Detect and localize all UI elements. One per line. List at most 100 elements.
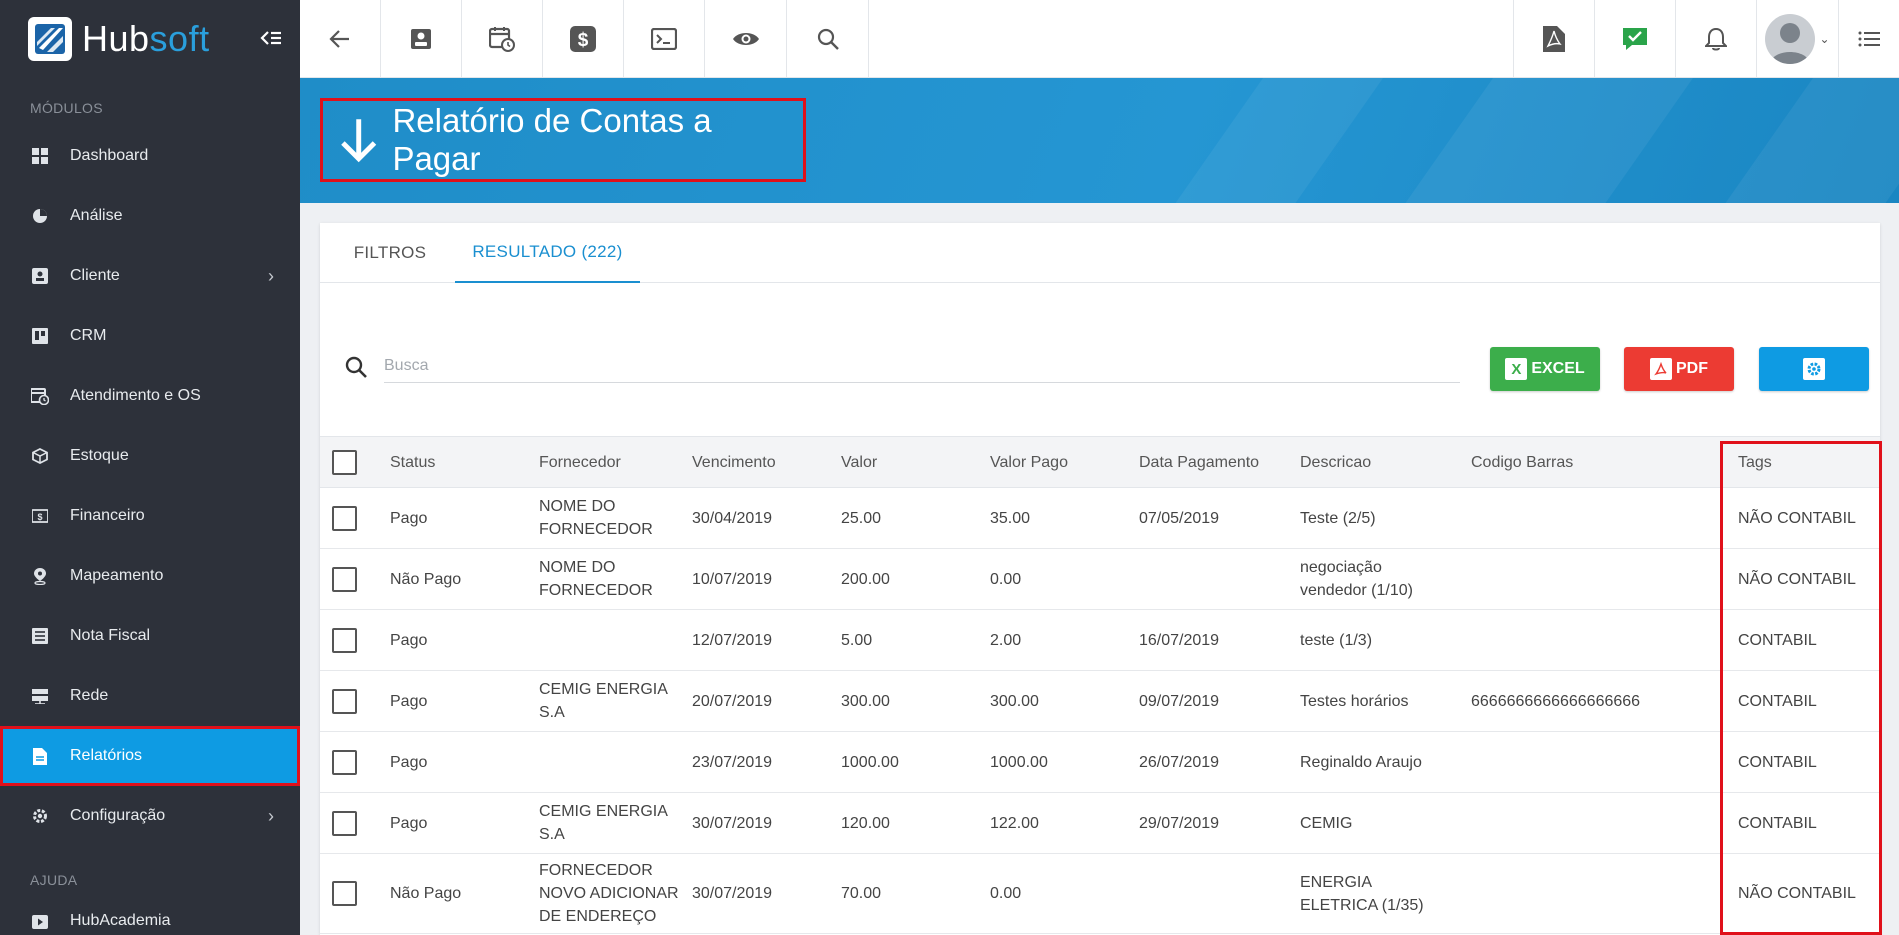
sidebar-item-dashboard[interactable]: Dashboard — [0, 126, 300, 186]
sidebar-item-rede[interactable]: Rede — [0, 666, 300, 726]
table-row[interactable]: Pago 12/07/2019 5.00 2.00 16/07/2019 tes… — [320, 610, 1880, 671]
cell-fornecedor: CEMIG ENERGIA S.A — [539, 803, 668, 843]
notifications-button[interactable] — [1675, 0, 1756, 78]
cell-valor-pago: 300.00 — [990, 692, 1039, 710]
column-header-valor-pago[interactable]: Valor Pago — [990, 437, 1068, 489]
sidebar-item-nota-fiscal[interactable]: Nota Fiscal — [0, 606, 300, 666]
play-video-icon — [30, 912, 50, 932]
export-pdf-button[interactable]: PDF — [1624, 347, 1734, 391]
sidebar-item-crm[interactable]: CRM — [0, 306, 300, 366]
table-row[interactable]: Pago CEMIG ENERGIA S.A 20/07/2019 300.00… — [320, 671, 1880, 732]
sidebar-item-hubacademia[interactable]: HubAcademia — [0, 898, 300, 935]
sidebar-item-relatorios[interactable]: Relatórios — [0, 726, 300, 786]
finance-button[interactable]: $ — [543, 0, 624, 78]
row-checkbox[interactable] — [332, 567, 357, 592]
cell-descricao: ENERGIA ELETRICA (1/35) — [1300, 873, 1424, 914]
search-row: X EXCEL PDF — [320, 337, 1880, 397]
cell-descricao: Teste (2/5) — [1300, 509, 1376, 527]
table-settings-button[interactable] — [1759, 347, 1869, 391]
cell-status: Pago — [390, 692, 428, 710]
svg-text:$: $ — [578, 30, 589, 51]
tab-filtros[interactable]: FILTROS — [330, 223, 450, 283]
cell-fornecedor — [539, 610, 679, 670]
brand-soft: soft — [149, 18, 210, 59]
excel-button-label: EXCEL — [1531, 360, 1585, 377]
cell-valor: 120.00 — [841, 814, 890, 832]
cell-descricao: CEMIG — [1300, 814, 1353, 832]
tab-resultado[interactable]: RESULTADO (222) — [455, 223, 640, 283]
brand-hub: Hub — [82, 18, 150, 59]
table-row[interactable]: Pago CEMIG ENERGIA S.A 30/07/2019 120.00… — [320, 793, 1880, 854]
cell-tags: CONTABIL — [1738, 692, 1817, 710]
search-button[interactable] — [787, 0, 869, 78]
table-row[interactable]: Pago 23/07/2019 1000.00 1000.00 26/07/20… — [320, 732, 1880, 793]
column-header-vencimento[interactable]: Vencimento — [692, 437, 776, 489]
contact-card-icon — [30, 266, 50, 286]
row-checkbox[interactable] — [332, 506, 357, 531]
cell-valor-pago: 1000.00 — [990, 753, 1048, 771]
select-all-checkbox[interactable] — [332, 450, 357, 475]
cell-vencimento: 20/07/2019 — [692, 692, 773, 710]
table-row[interactable]: Pago NOME DO FORNECEDOR 30/04/2019 25.00… — [320, 488, 1880, 549]
cell-tags: CONTABIL — [1738, 814, 1817, 832]
row-checkbox[interactable] — [332, 881, 357, 906]
excel-icon: X — [1505, 358, 1528, 380]
menu-list-button[interactable] — [1838, 0, 1899, 78]
map-pin-icon — [30, 566, 50, 586]
cell-descricao: Testes horários — [1300, 692, 1409, 710]
dollar-icon: $ — [570, 26, 596, 52]
column-header-status[interactable]: Status — [390, 437, 435, 489]
cell-status: Não Pago — [390, 570, 462, 588]
sidebar-item-mapeamento[interactable]: Mapeamento — [0, 546, 300, 606]
server-icon — [30, 686, 50, 706]
sidebar-item-cliente[interactable]: Cliente › — [0, 246, 300, 306]
modules-section-label: MÓDULOS — [30, 100, 103, 116]
column-header-tags[interactable]: Tags — [1738, 437, 1772, 489]
table-row[interactable]: Não Pago NOME DO FORNECEDOR 10/07/2019 2… — [320, 549, 1880, 610]
chevron-right-icon: › — [268, 266, 274, 286]
row-checkbox[interactable] — [332, 628, 357, 653]
sidebar-item-label: Relatórios — [70, 747, 143, 764]
row-checkbox[interactable] — [332, 689, 357, 714]
column-header-fornecedor[interactable]: Fornecedor — [539, 437, 621, 489]
sidebar-item-label: Atendimento e OS — [70, 387, 201, 404]
clients-button[interactable] — [381, 0, 462, 78]
sidebar-item-atendimento[interactable]: Atendimento e OS — [0, 366, 300, 426]
pdf-export-button[interactable] — [1513, 0, 1594, 78]
cell-data-pagamento: 07/05/2019 — [1139, 509, 1220, 527]
contact-card-icon — [411, 29, 431, 49]
export-excel-button[interactable]: X EXCEL — [1490, 347, 1600, 391]
cell-valor: 200.00 — [841, 570, 890, 588]
search-icon — [344, 355, 368, 384]
back-button[interactable] — [300, 0, 381, 78]
search-input[interactable] — [384, 349, 1460, 383]
collapse-menu-icon[interactable] — [260, 28, 282, 54]
sidebar-item-estoque[interactable]: Estoque — [0, 426, 300, 486]
cell-valor: 1000.00 — [841, 753, 899, 771]
user-menu-button[interactable]: ⌄ — [1756, 0, 1838, 78]
row-checkbox[interactable] — [332, 811, 357, 836]
table-row[interactable]: Não Pago FORNECEDOR NOVO ADICIONAR DE EN… — [320, 854, 1880, 934]
schedule-button[interactable] — [462, 0, 543, 78]
column-header-data-pagamento[interactable]: Data Pagamento — [1139, 437, 1259, 489]
column-header-descricao[interactable]: Descricao — [1300, 437, 1371, 489]
cell-descricao: negociação vendedor (1/10) — [1300, 559, 1413, 599]
cell-fornecedor: NOME DO FORNECEDOR — [539, 498, 653, 538]
banner-decoration — [1658, 78, 1899, 203]
sidebar-item-analise[interactable]: Análise — [0, 186, 300, 246]
sidebar-item-financeiro[interactable]: $ Financeiro — [0, 486, 300, 546]
back-arrow-icon — [329, 30, 349, 48]
cell-tags: NÃO CONTABIL — [1738, 570, 1856, 588]
terminal-button[interactable] — [624, 0, 705, 78]
view-button[interactable] — [705, 0, 787, 78]
row-checkbox[interactable] — [332, 750, 357, 775]
column-header-codigo-barras[interactable]: Codigo Barras — [1471, 437, 1573, 489]
sidebar-item-configuracao[interactable]: Configuração › — [0, 786, 300, 846]
svg-text:$: $ — [37, 512, 42, 522]
cell-vencimento: 30/07/2019 — [692, 885, 773, 902]
tasks-button[interactable] — [1594, 0, 1675, 78]
chevron-down-icon: ⌄ — [1819, 32, 1830, 46]
cell-codigo-barras: 6666666666666666666 — [1471, 692, 1641, 710]
column-header-valor[interactable]: Valor — [841, 437, 877, 489]
cell-data-pagamento: 16/07/2019 — [1139, 631, 1220, 649]
